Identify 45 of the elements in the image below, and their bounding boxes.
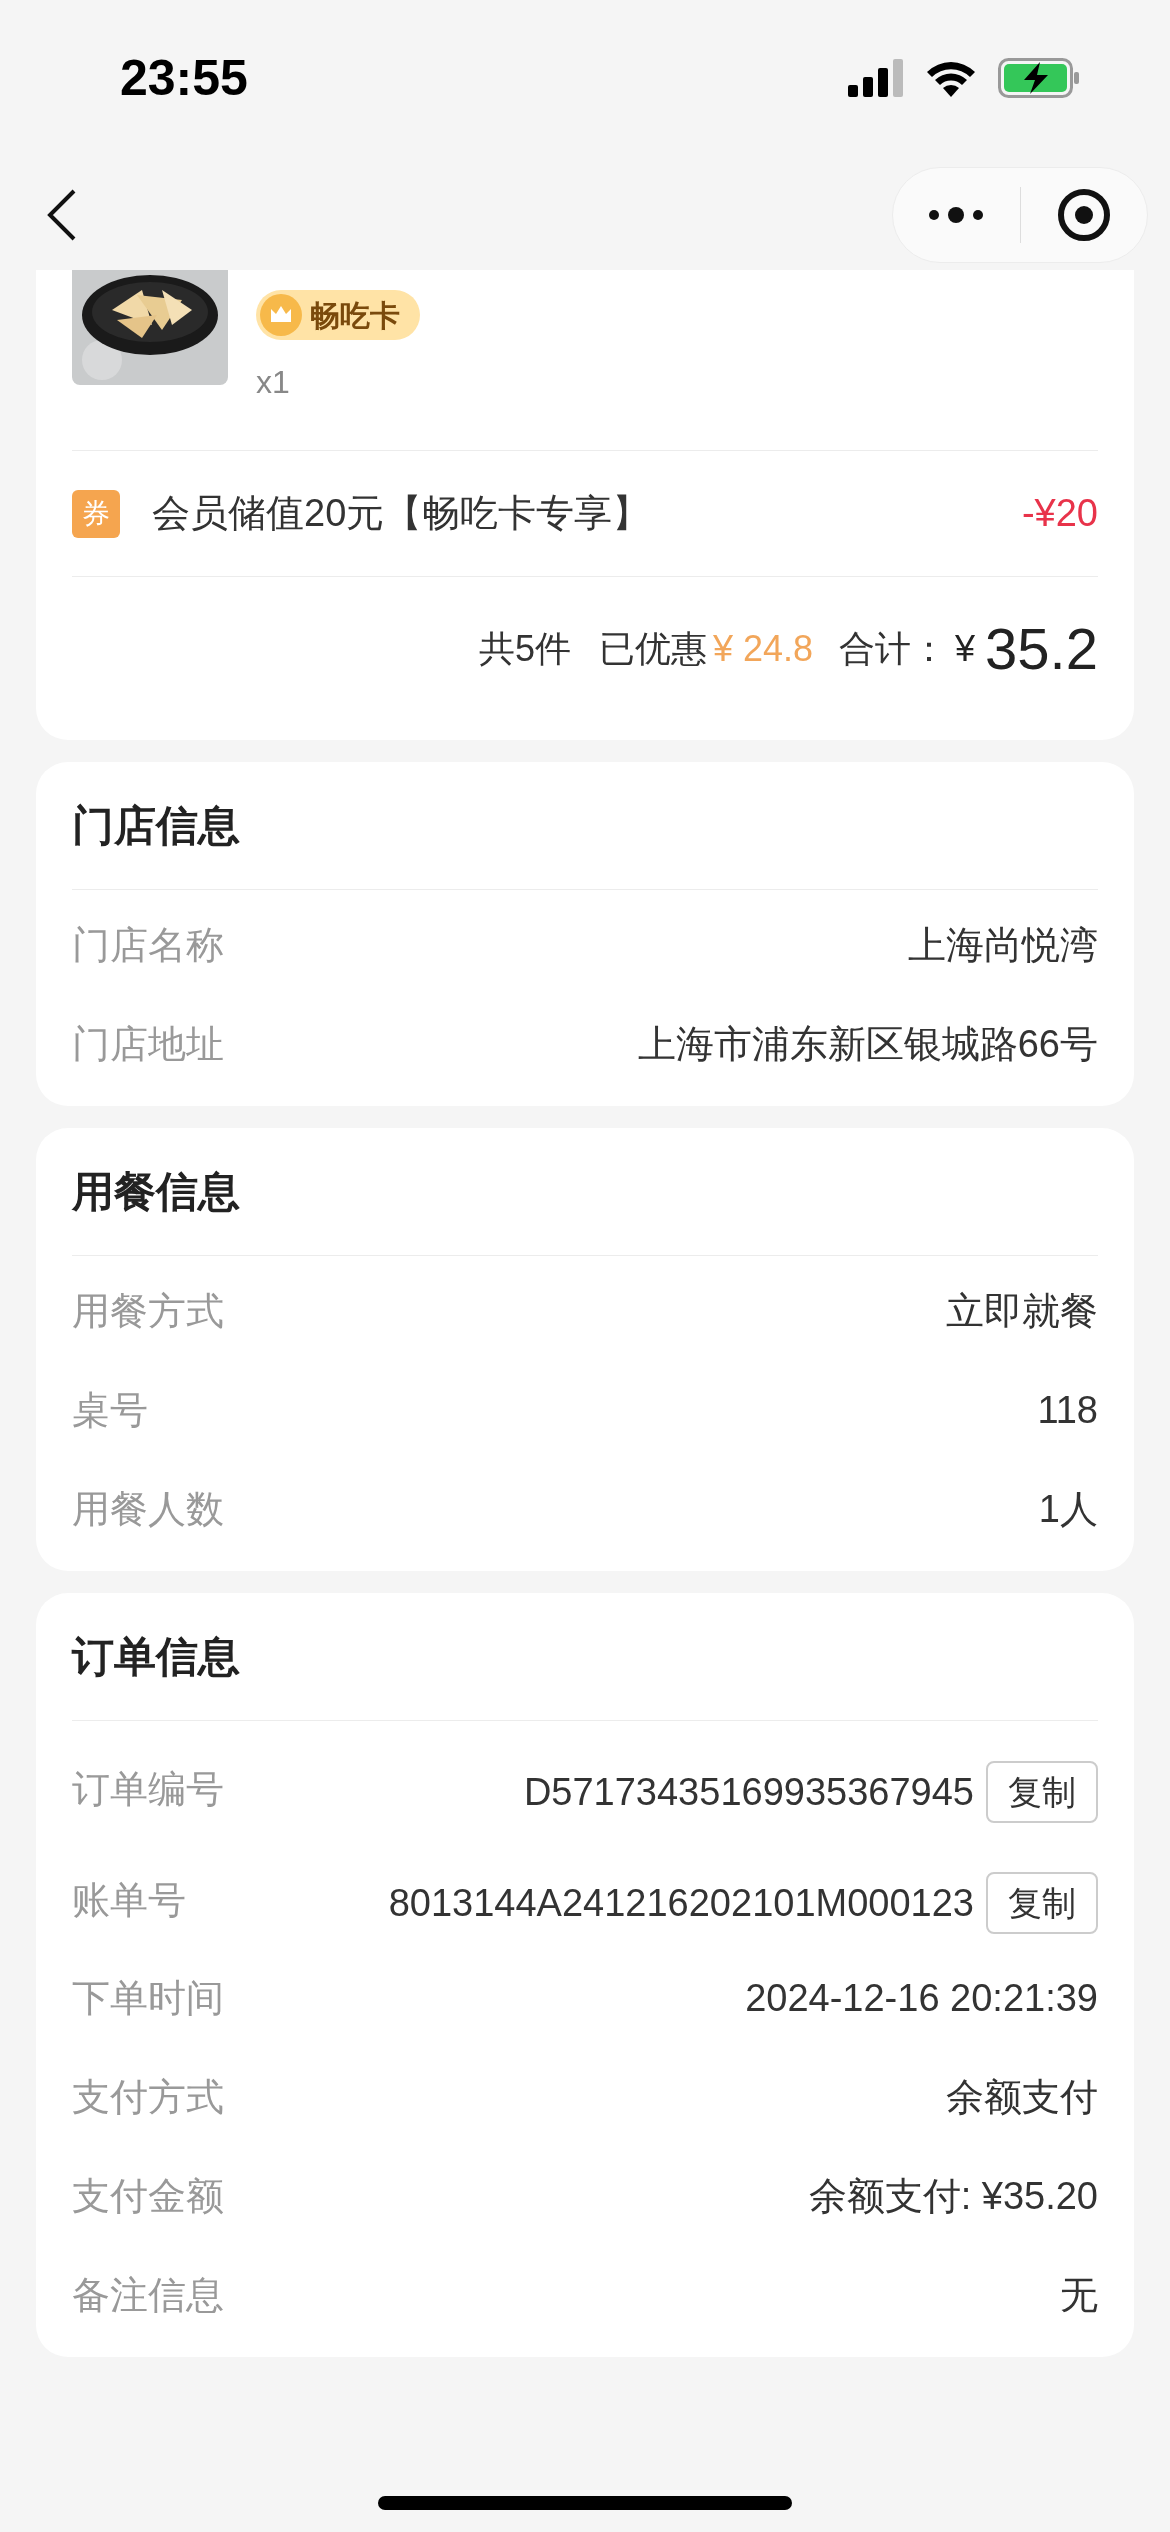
coupon-name: 会员储值20元【畅吃卡专享】 — [152, 491, 652, 536]
field-value: D57173435169935367945 — [523, 1769, 974, 1815]
section-title: 门店信息 — [72, 801, 240, 851]
field-label: 账单号 — [72, 1878, 186, 1923]
coupon-tag: 券 — [72, 489, 120, 538]
field-label: 门店名称 — [72, 923, 224, 968]
signal-icon — [848, 59, 904, 97]
total-label: 合计： — [839, 626, 948, 671]
total-amount: 35.2 — [985, 615, 1098, 683]
close-icon[interactable] — [1056, 188, 1111, 242]
copy-button[interactable]: 复制 — [986, 1761, 1098, 1823]
member-card-badge: 畅吃卡 — [256, 290, 420, 340]
field-value: 余额支付 — [946, 2075, 1098, 2120]
status-time: 23:55 — [120, 48, 248, 108]
wifi-icon — [926, 59, 976, 97]
field-label: 用餐方式 — [72, 1289, 224, 1334]
more-icon[interactable] — [928, 205, 985, 225]
field-label: 订单编号 — [72, 1767, 224, 1812]
field-label: 下单时间 — [72, 1976, 224, 2021]
field-label: 门店地址 — [72, 1022, 224, 1067]
field-value: 上海市浦东新区银城路66号 — [637, 1022, 1098, 1067]
crown-icon — [260, 294, 302, 336]
coupon-amount: -¥20 — [1021, 491, 1098, 536]
field-label: 支付金额 — [72, 2174, 224, 2219]
field-value: 2024-12-16 20:21:39 — [745, 1976, 1098, 2021]
field-value: 上海尚悦湾 — [908, 923, 1098, 968]
field-value: 立即就餐 — [946, 1289, 1098, 1334]
discount-amount: ¥ 24.8 — [713, 626, 814, 671]
field-value: 无 — [1060, 2273, 1098, 2318]
copy-button[interactable]: 复制 — [986, 1872, 1098, 1934]
field-label: 支付方式 — [72, 2075, 224, 2120]
field-label: 备注信息 — [72, 2273, 224, 2318]
field-label: 桌号 — [72, 1388, 148, 1433]
section-title: 订单信息 — [72, 1632, 240, 1682]
section-title: 用餐信息 — [72, 1167, 240, 1217]
field-label: 用餐人数 — [72, 1487, 224, 1532]
quantity: x1 — [256, 363, 290, 402]
discount-label: 已优惠 — [599, 626, 707, 671]
field-value: 1人 — [1038, 1487, 1098, 1532]
field-value: 余额支付: ¥35.20 — [808, 2174, 1098, 2219]
item-count: 共5件 — [478, 626, 571, 671]
field-value: 118 — [1037, 1388, 1098, 1433]
currency: ¥ — [955, 626, 976, 671]
battery-icon — [998, 58, 1080, 98]
field-value: 8013144A241216202101M000123 — [388, 1880, 974, 1926]
